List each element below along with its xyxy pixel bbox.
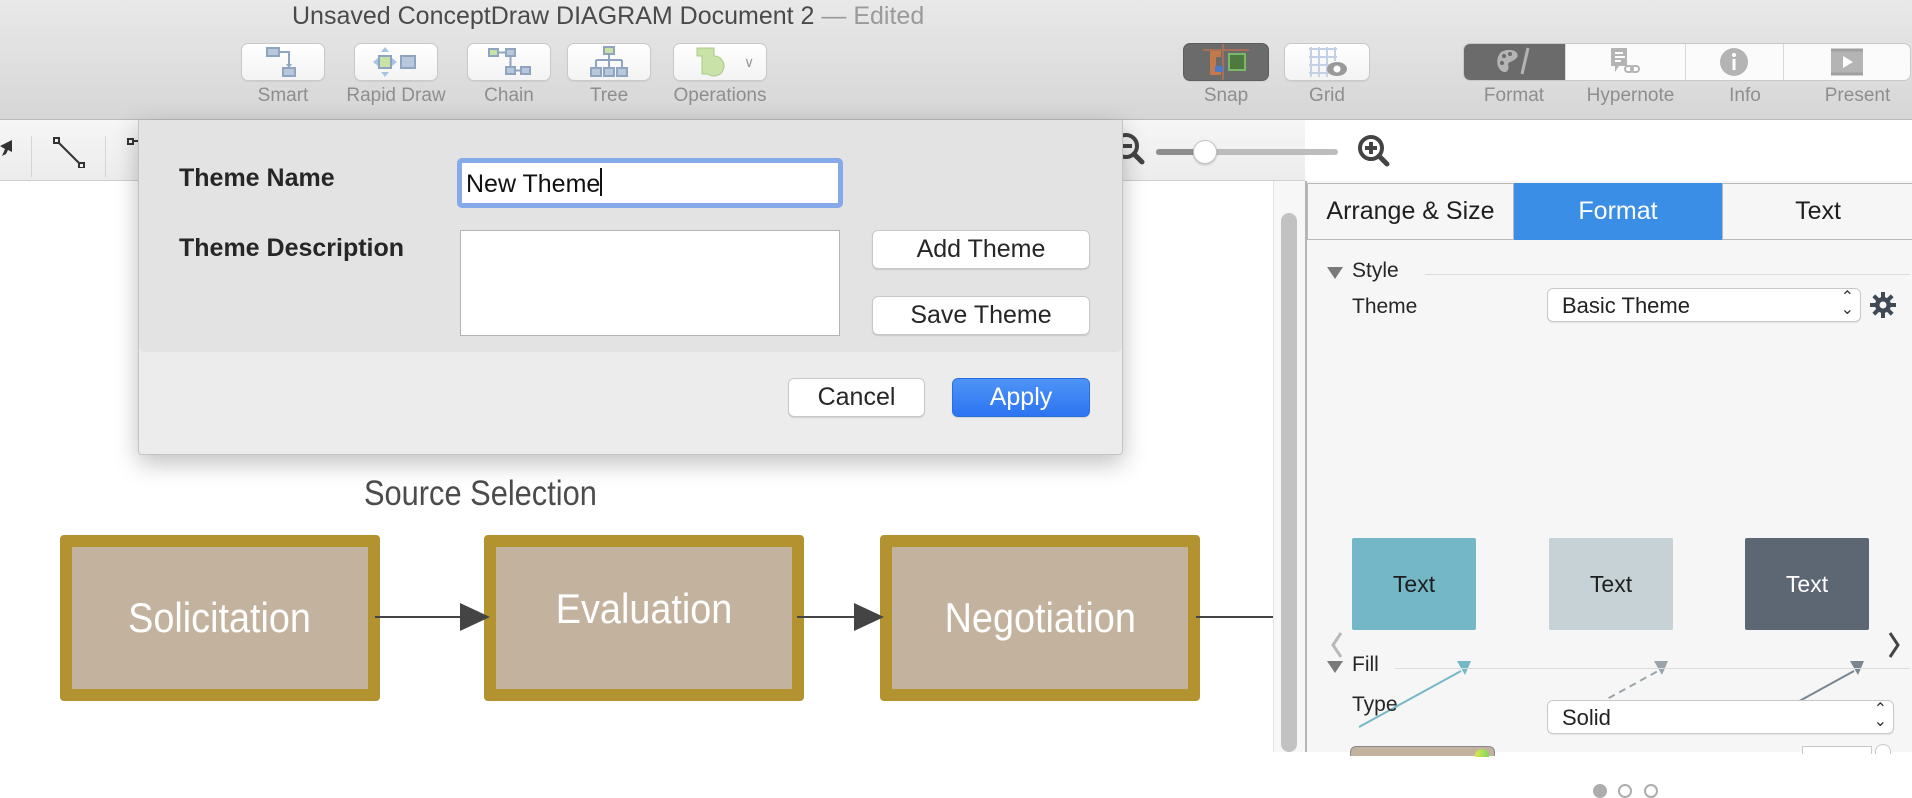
tree-icon: [590, 46, 628, 77]
theme-name-input[interactable]: New Theme: [457, 158, 843, 208]
chain-label: Chain: [484, 85, 534, 106]
snap-button[interactable]: [1183, 43, 1269, 81]
smart-label: Smart: [257, 85, 309, 106]
line-tool[interactable]: [32, 136, 106, 177]
rapid-draw-icon: [373, 47, 416, 77]
hypernote-segment[interactable]: [1566, 44, 1686, 80]
snap-magnet-icon: [1203, 44, 1249, 80]
chevron-right-icon[interactable]: [1888, 632, 1900, 658]
document-title: Unsaved ConceptDraw DIAGRAM Document 2: [292, 2, 815, 30]
smart-button[interactable]: [241, 43, 325, 81]
format-inspector-panel: Arrange & Size Format Text Style Theme B…: [1305, 181, 1912, 798]
gear-icon[interactable]: [1869, 291, 1897, 319]
style-section-header: Style: [1352, 259, 1399, 282]
page-dot-1[interactable]: [1593, 784, 1607, 798]
snap-label: Snap: [1203, 85, 1249, 106]
connectors: [375, 603, 1278, 631]
window-toolbar: Unsaved ConceptDraw DIAGRAM Document 2 —…: [0, 0, 1912, 120]
style-divider: [1425, 274, 1910, 275]
rapid-draw-label: Rapid Draw: [346, 85, 446, 106]
info-label: Info: [1729, 85, 1761, 106]
pointer-arrow-icon: [0, 140, 12, 156]
apply-button[interactable]: Apply: [952, 378, 1090, 417]
grid-eye-icon: [1309, 47, 1347, 77]
hypernote-icon: [1611, 48, 1641, 73]
smart-connector-icon: [266, 47, 296, 77]
tab-text[interactable]: Text: [1722, 183, 1912, 240]
fill-type-value: Solid: [1562, 705, 1611, 730]
arrowhead: [460, 603, 490, 631]
fill-color-well[interactable]: [1350, 746, 1495, 756]
zoom-slider[interactable]: [1156, 140, 1338, 164]
palette-icon: [1497, 47, 1530, 75]
theme-dialog: Theme Name New Theme Theme Description A…: [138, 120, 1123, 455]
add-theme-button[interactable]: Add Theme: [872, 230, 1090, 269]
tree-label: Tree: [589, 85, 629, 106]
pointer-tool[interactable]: [0, 136, 32, 177]
format-segment[interactable]: [1464, 44, 1566, 80]
window-title: Unsaved ConceptDraw DIAGRAM Document 2 —…: [292, 2, 924, 31]
theme-select-value: Basic Theme: [1562, 293, 1690, 318]
diagram-title: Source Selection: [364, 474, 597, 513]
chain-button[interactable]: [467, 43, 551, 81]
opacity-stepper[interactable]: [1875, 744, 1891, 754]
theme-name-value: New Theme: [466, 170, 601, 198]
tree-button[interactable]: [567, 43, 651, 81]
operations-icon: [696, 47, 725, 77]
zoom-in-icon[interactable]: [1357, 134, 1393, 174]
fill-disclosure-icon[interactable]: [1327, 661, 1343, 673]
info-icon: [1720, 48, 1749, 76]
theme-name-label: Theme Name: [179, 164, 335, 192]
theme-description-input[interactable]: [460, 230, 840, 336]
page-dot-2[interactable]: [1618, 784, 1632, 798]
arrowhead: [854, 603, 884, 631]
format-label: Format: [1483, 85, 1545, 106]
chevron-down-icon: ∨: [744, 53, 755, 70]
save-theme-button[interactable]: Save Theme: [872, 296, 1090, 335]
grid-label: Grid: [1309, 85, 1345, 106]
grid-button[interactable]: [1284, 43, 1370, 81]
updown-chevron-icon: ⌃ ⌄: [1840, 289, 1854, 318]
inspector-segmented-control: [1463, 43, 1911, 81]
theme-select[interactable]: Basic Theme ⌃ ⌄: [1547, 288, 1861, 322]
style-disclosure-icon[interactable]: [1327, 267, 1343, 279]
theme-description-label: Theme Description: [179, 234, 405, 262]
chain-icon: [488, 48, 531, 75]
tab-arrange-size[interactable]: Arrange & Size: [1307, 183, 1514, 240]
present-segment[interactable]: [1784, 44, 1910, 80]
tab-format[interactable]: Format: [1514, 183, 1722, 240]
color-wheel-icon[interactable]: [1475, 749, 1489, 757]
opacity-field[interactable]: [1802, 746, 1872, 754]
fill-type-select[interactable]: Solid ⌃ ⌄: [1547, 700, 1894, 734]
page-dot-3[interactable]: [1644, 784, 1658, 798]
chevron-left-icon[interactable]: [1331, 632, 1343, 658]
vertical-scrollbar-thumb[interactable]: [1281, 213, 1297, 752]
present-label: Present: [1824, 85, 1891, 106]
operations-label: Operations: [673, 85, 767, 106]
fill-type-label: Type: [1352, 693, 1398, 716]
operations-button[interactable]: ∨: [673, 43, 767, 81]
theme-label: Theme: [1352, 295, 1418, 318]
edited-status: — Edited: [821, 2, 925, 30]
cancel-button[interactable]: Cancel: [788, 378, 925, 417]
fill-section-header: Fill: [1352, 653, 1379, 676]
present-icon: [1830, 48, 1863, 76]
updown-chevron-icon: ⌃ ⌄: [1873, 701, 1887, 730]
text-caret: [600, 168, 603, 196]
zoom-slider-knob[interactable]: [1193, 140, 1218, 164]
info-segment[interactable]: [1686, 44, 1784, 80]
rapid-draw-button[interactable]: [354, 43, 438, 81]
line-tool-icon: [53, 137, 85, 168]
hypernote-label: Hypernote: [1586, 85, 1675, 106]
fill-divider: [1395, 668, 1910, 669]
